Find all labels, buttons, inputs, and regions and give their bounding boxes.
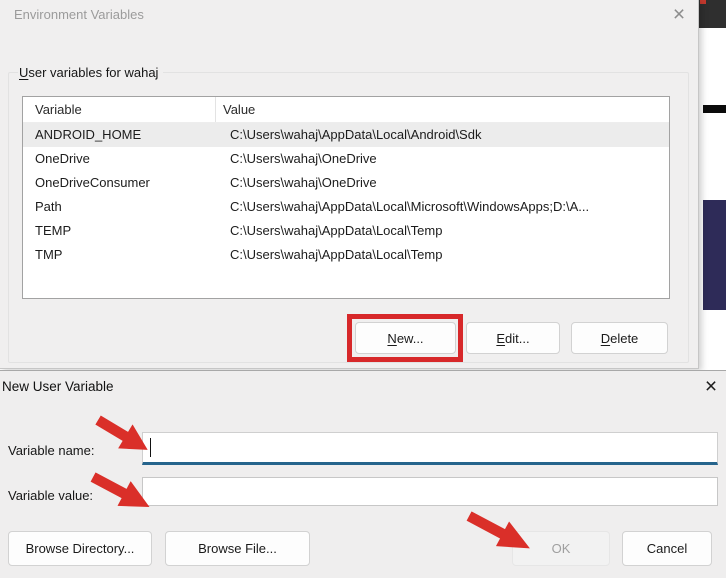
delete-button-mnemonic: D xyxy=(601,331,610,346)
cell-variable: TMP xyxy=(23,243,216,267)
browse-file-button[interactable]: Browse File... xyxy=(165,531,310,566)
cell-variable: ANDROID_HOME xyxy=(23,123,216,147)
table-row[interactable]: Path C:\Users\wahaj\AppData\Local\Micros… xyxy=(23,195,669,219)
cancel-button[interactable]: Cancel xyxy=(622,531,712,566)
table-row[interactable]: TEMP C:\Users\wahaj\AppData\Local\Temp xyxy=(23,219,669,243)
cell-value: C:\Users\wahaj\AppData\Local\Android\Sdk xyxy=(216,123,669,147)
cell-variable: OneDriveConsumer xyxy=(23,171,216,195)
table-row[interactable]: ANDROID_HOME C:\Users\wahaj\AppData\Loca… xyxy=(23,123,669,147)
edit-button-mnemonic: E xyxy=(496,331,505,346)
group-label-mnemonic: U xyxy=(19,65,28,80)
dialog-title: New User Variable xyxy=(2,379,114,394)
browse-directory-button[interactable]: Browse Directory... xyxy=(8,531,152,566)
cell-value: C:\Users\wahaj\OneDrive xyxy=(216,171,669,195)
background-red-dot xyxy=(700,0,706,4)
column-header-variable[interactable]: Variable xyxy=(23,97,216,122)
user-variables-table[interactable]: Variable Value ANDROID_HOME C:\Users\wah… xyxy=(22,96,670,299)
variable-name-input[interactable] xyxy=(142,432,718,465)
edit-button-label: dit... xyxy=(505,331,530,346)
variable-value-input[interactable] xyxy=(142,477,718,506)
close-icon[interactable]: × xyxy=(666,2,692,28)
annotation-highlight-box xyxy=(347,314,463,362)
cell-variable: TEMP xyxy=(23,219,216,243)
table-row[interactable]: OneDriveConsumer C:\Users\wahaj\OneDrive xyxy=(23,171,669,195)
cell-value: C:\Users\wahaj\AppData\Local\Microsoft\W… xyxy=(216,195,669,219)
group-label-rest: ser variables for wahaj xyxy=(28,65,158,80)
cell-value: C:\Users\wahaj\OneDrive xyxy=(216,147,669,171)
cell-value: C:\Users\wahaj\AppData\Local\Temp xyxy=(216,243,669,267)
delete-button-label: elete xyxy=(610,331,638,346)
cell-variable: Path xyxy=(23,195,216,219)
background-black-bar xyxy=(703,105,726,113)
variable-name-label: Variable name: xyxy=(8,443,94,458)
background-dark-block xyxy=(699,0,726,28)
column-header-value[interactable]: Value xyxy=(216,97,669,122)
edit-button[interactable]: Edit... xyxy=(466,322,560,354)
dialog-title: Environment Variables xyxy=(14,7,144,22)
table-row[interactable]: OneDrive C:\Users\wahaj\OneDrive xyxy=(23,147,669,171)
delete-button[interactable]: Delete xyxy=(571,322,668,354)
user-variables-group-label: User variables for wahaj xyxy=(18,65,163,80)
close-icon[interactable]: × xyxy=(697,374,725,400)
table-row[interactable]: TMP C:\Users\wahaj\AppData\Local\Temp xyxy=(23,243,669,267)
cell-variable: OneDrive xyxy=(23,147,216,171)
background-navy-block xyxy=(703,200,726,310)
cell-value: C:\Users\wahaj\AppData\Local\Temp xyxy=(216,219,669,243)
variable-value-label: Variable value: xyxy=(8,488,93,503)
table-header-row: Variable Value xyxy=(23,97,669,123)
screenshot-root: { "env_dialog": { "title": "Environment … xyxy=(0,0,726,578)
